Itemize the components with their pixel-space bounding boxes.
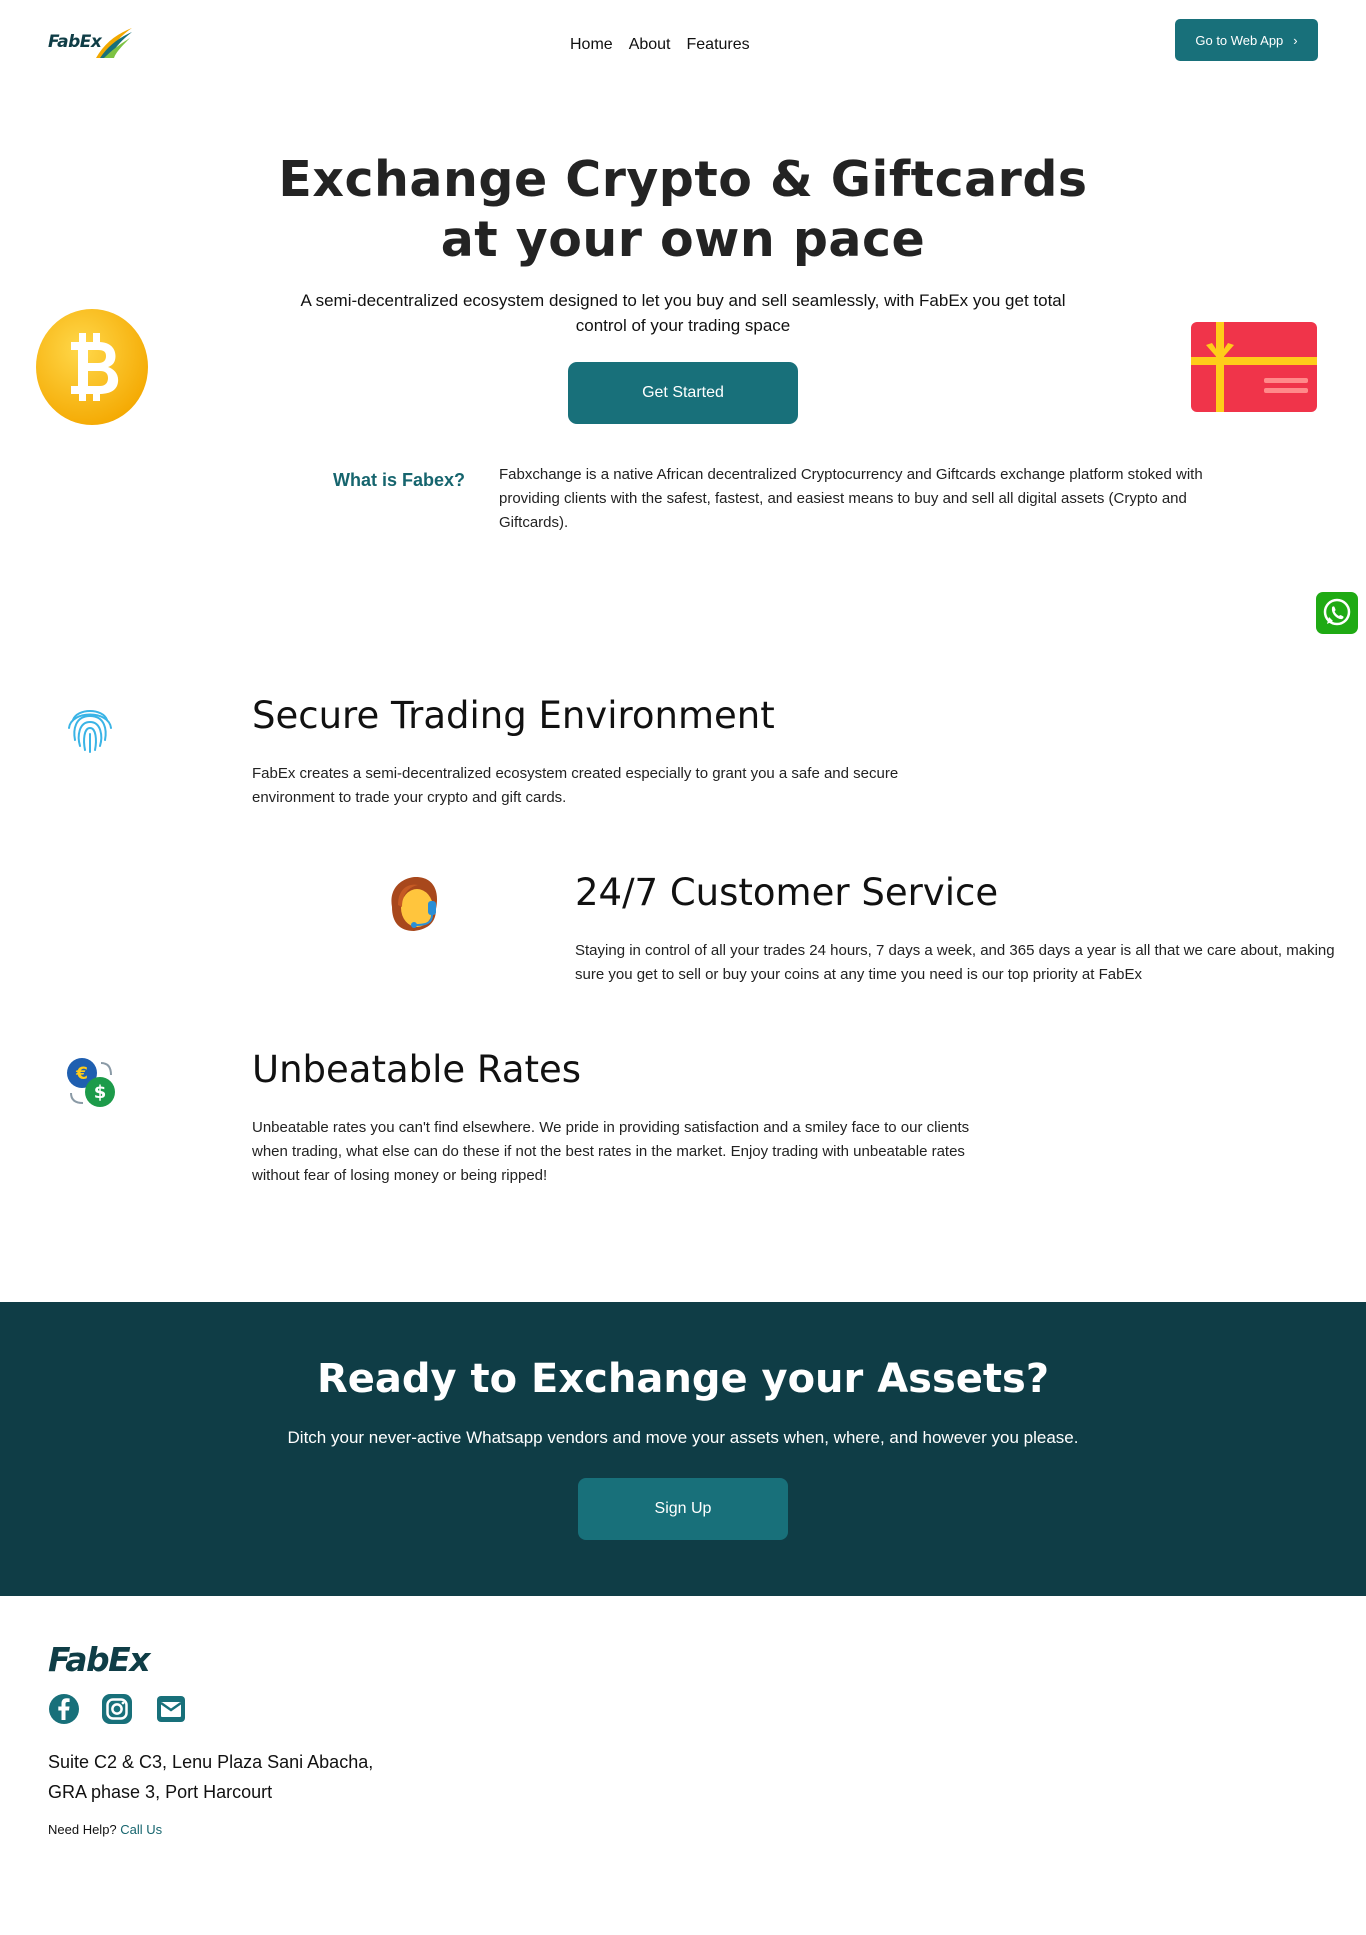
- svg-text:$: $: [94, 1082, 107, 1103]
- sign-up-label: Sign Up: [654, 1500, 712, 1517]
- need-help: Need Help? Call Us: [48, 1822, 162, 1837]
- feature-text-customer-service: Staying in control of all your trades 24…: [575, 942, 1335, 983]
- get-started-button[interactable]: Get Started: [568, 362, 798, 424]
- cta-subtitle: Ditch your never-active Whatsapp vendors…: [287, 1428, 1079, 1447]
- customer-support-icon: [391, 877, 438, 931]
- hero-title-line1: Exchange Crypto & Giftcards: [278, 151, 1088, 208]
- nav-about[interactable]: About: [629, 36, 671, 54]
- call-us-link[interactable]: Call Us: [120, 1822, 162, 1837]
- nav-features[interactable]: Features: [687, 36, 750, 54]
- feature-text-rates: Unbeatable rates you can't find elsewher…: [252, 1119, 970, 1184]
- what-is-fabex-label: What is Fabex?: [333, 470, 466, 490]
- feature-title-secure: Secure Trading Environment: [252, 694, 775, 737]
- feature-title-rates: Unbeatable Rates: [252, 1048, 582, 1091]
- what-is-fabex-text: Fabxchange is a native African decentral…: [499, 466, 1203, 531]
- cta-title: Ready to Exchange your Assets?: [316, 1356, 1050, 1402]
- web-app-button-label: Go to Web App: [1195, 32, 1284, 48]
- go-to-web-app-button[interactable]: Go to Web App ›: [1175, 19, 1318, 61]
- fingerprint-icon: [68, 710, 112, 753]
- gift-card-icon: [1191, 322, 1317, 412]
- whatsapp-button[interactable]: [1316, 592, 1358, 634]
- currency-exchange-icon: € $: [67, 1058, 115, 1107]
- bitcoin-coin-icon: [36, 309, 148, 425]
- hero-title: Exchange Crypto & Giftcards at your own …: [0, 150, 1366, 270]
- chevron-right-icon: ›: [1293, 32, 1298, 48]
- address-line2: GRA phase 3, Port Harcourt: [48, 1782, 273, 1802]
- feature-text-secure: FabEx creates a semi-decentralized ecosy…: [252, 765, 899, 806]
- logo-swoosh-icon: [96, 28, 132, 58]
- need-help-label: Need Help?: [48, 1822, 117, 1837]
- sign-up-button[interactable]: Sign Up: [578, 1478, 788, 1540]
- whatsapp-icon: [1323, 598, 1351, 626]
- facebook-icon[interactable]: [48, 1693, 80, 1725]
- footer-logo[interactable]: FabEx: [48, 1640, 150, 1679]
- hero-title-line2: at your own pace: [440, 211, 926, 268]
- mail-icon[interactable]: [155, 1693, 187, 1725]
- feature-title-customer-service: 24/7 Customer Service: [575, 871, 999, 914]
- get-started-label: Get Started: [642, 384, 724, 401]
- footer-address: Suite C2 & C3, Lenu Plaza Sani Abacha, G…: [48, 1747, 373, 1807]
- cta-section: Ready to Exchange your Assets? Ditch you…: [0, 1302, 1366, 1596]
- address-line1: Suite C2 & C3, Lenu Plaza Sani Abacha,: [48, 1752, 374, 1772]
- site-header: FabEx Home About Features Go to Web App …: [0, 0, 1366, 90]
- fabex-logo[interactable]: FabEx: [48, 26, 132, 60]
- svg-text:€: €: [75, 1064, 88, 1084]
- instagram-icon[interactable]: [101, 1693, 133, 1725]
- nav-home[interactable]: Home: [570, 36, 613, 54]
- main-nav: Home About Features: [570, 36, 750, 54]
- hero-subtitle: A semi-decentralized ecosystem designed …: [300, 291, 1066, 335]
